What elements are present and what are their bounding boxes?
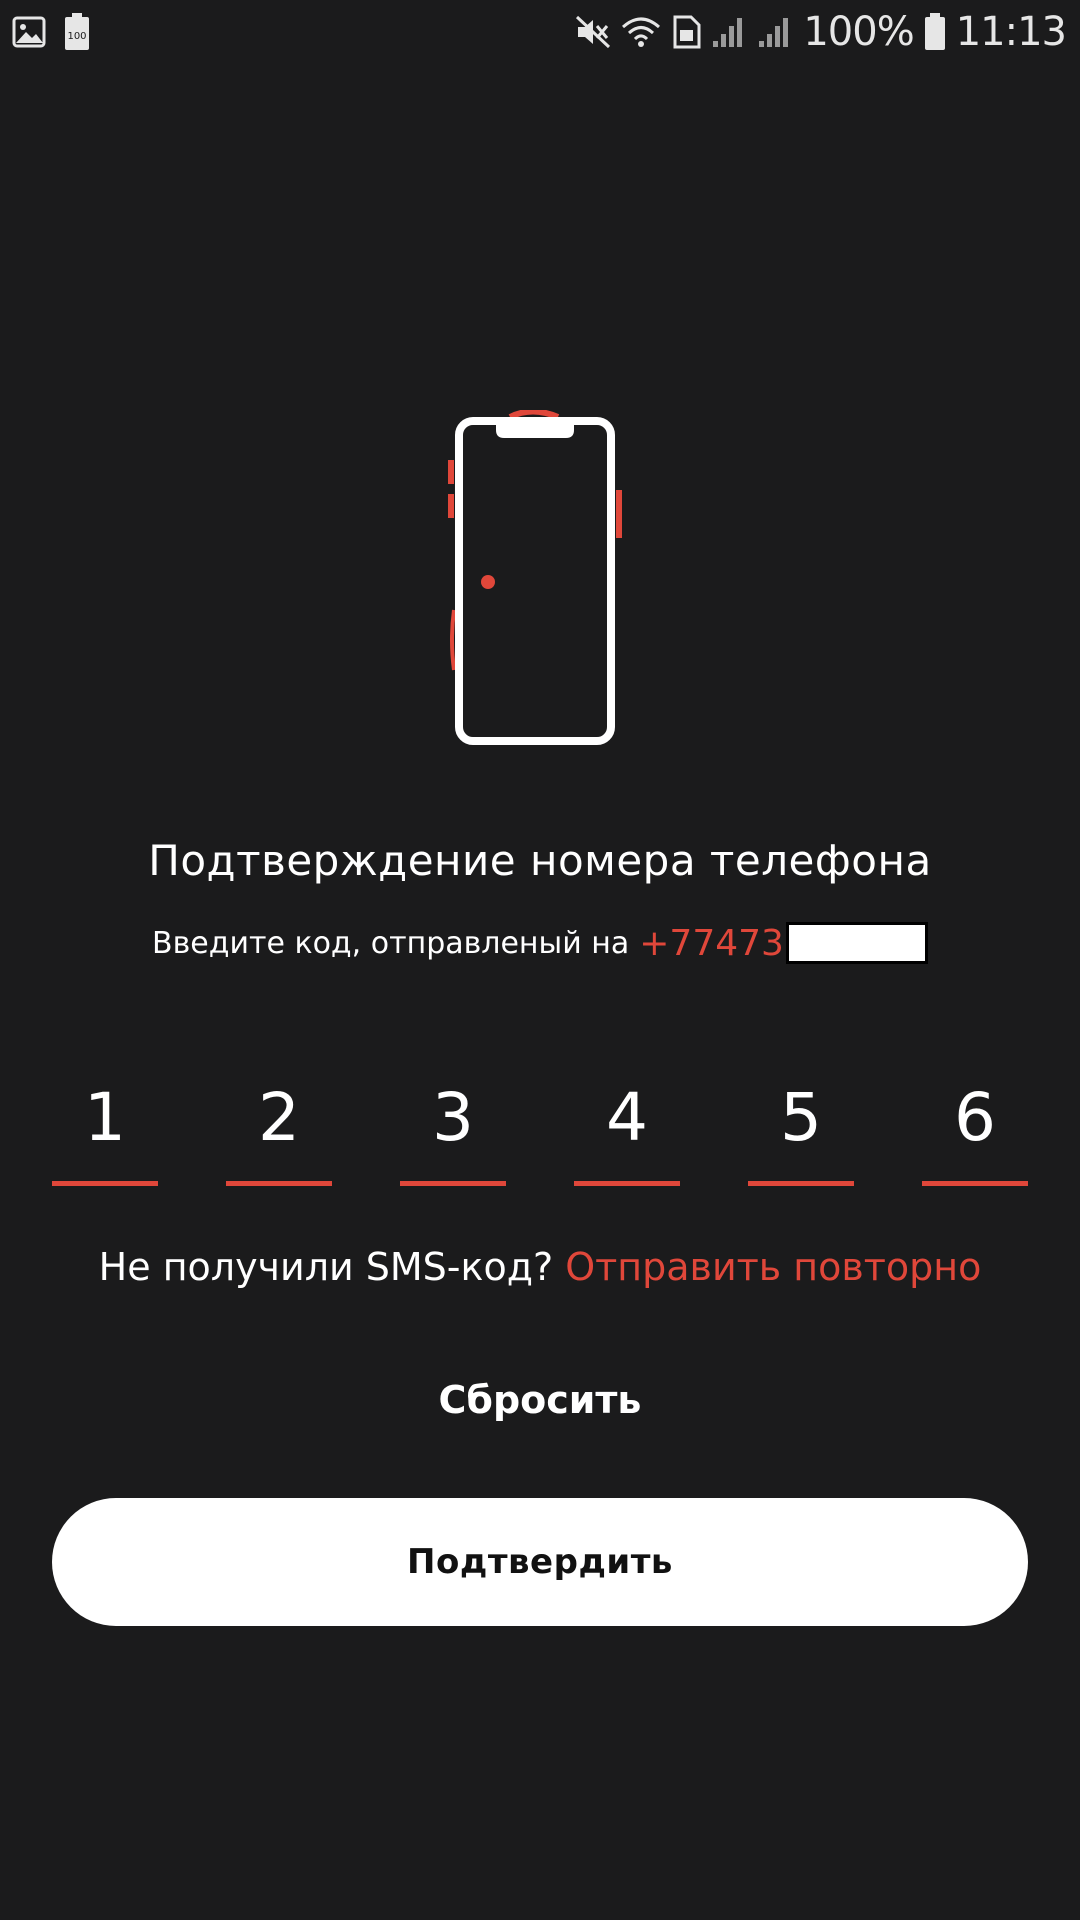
- mute-icon: [575, 15, 611, 49]
- otp-underline: [226, 1181, 332, 1186]
- otp-cell[interactable]: 4: [574, 1070, 680, 1186]
- otp-digit: 6: [954, 1079, 996, 1156]
- subtitle-prefix: Введите код, отправленый на: [152, 925, 630, 961]
- otp-underline: [574, 1181, 680, 1186]
- otp-cell[interactable]: 2: [226, 1070, 332, 1186]
- otp-digit: 1: [84, 1079, 126, 1156]
- otp-cell[interactable]: 1: [52, 1070, 158, 1186]
- otp-digit: 5: [780, 1079, 822, 1156]
- otp-underline: [922, 1181, 1028, 1186]
- otp-cell[interactable]: 3: [400, 1070, 506, 1186]
- signal-icon: [711, 15, 747, 49]
- phone-number: +77473: [639, 922, 784, 964]
- otp-input: 1 2 3 4 5 6: [52, 1070, 1028, 1190]
- subtitle: Введите код, отправленый на +77473: [0, 922, 1080, 964]
- smartphone-icon: [448, 408, 628, 750]
- wifi-icon: [621, 15, 661, 49]
- resend-row: Не получили SMS-код? Отправить повторно: [0, 1245, 1080, 1289]
- battery-icon: [924, 13, 946, 51]
- otp-digit: 4: [606, 1079, 648, 1156]
- otp-underline: [52, 1181, 158, 1186]
- image-icon: [12, 16, 46, 48]
- status-bar: 100 100% 11:13: [0, 0, 1080, 64]
- otp-cell[interactable]: 5: [748, 1070, 854, 1186]
- otp-digit: 2: [258, 1079, 300, 1156]
- clock: 11:13: [955, 9, 1067, 55]
- otp-digit: 3: [432, 1079, 474, 1156]
- reset-button[interactable]: Сбросить: [390, 1370, 690, 1430]
- confirm-button[interactable]: Подтвердить: [52, 1498, 1028, 1626]
- otp-underline: [748, 1181, 854, 1186]
- otp-cell[interactable]: 6: [922, 1070, 1028, 1186]
- signal-icon: [757, 15, 793, 49]
- page-title: Подтверждение номера телефона: [148, 836, 932, 885]
- redacted-phone-digits: [785, 922, 928, 964]
- otp-underline: [400, 1181, 506, 1186]
- resend-link[interactable]: Отправить повторно: [565, 1245, 981, 1289]
- sim-icon: [671, 15, 701, 49]
- battery-saver-icon: 100: [64, 13, 90, 51]
- battery-saver-label: 100: [67, 31, 86, 42]
- resend-question: Не получили SMS-код?: [98, 1245, 554, 1289]
- status-right: 100% 11:13: [575, 9, 1067, 55]
- status-left: 100: [12, 13, 90, 51]
- battery-percent: 100%: [803, 9, 914, 55]
